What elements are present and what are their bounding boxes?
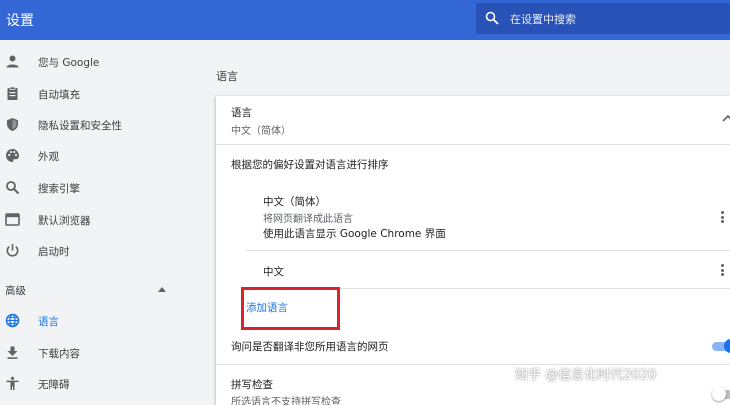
top-bar: 设置 在设置中搜索 bbox=[0, 0, 730, 40]
highlight-annotation bbox=[241, 287, 340, 330]
translate-offer-label: 询问是否翻译非您所用语言的网页 bbox=[231, 341, 389, 353]
search-icon bbox=[6, 181, 20, 195]
sidebar-item-you-and-google[interactable]: 您与 Google bbox=[0, 47, 200, 77]
language-header-value: 中文（简体） bbox=[231, 126, 291, 137]
spellcheck-description: 所选语言不支持拼写检查 bbox=[231, 397, 341, 405]
page-title: 设置 bbox=[6, 13, 34, 29]
person-icon bbox=[6, 55, 19, 68]
language-order-description: 根据您的偏好设置对语言进行排序 bbox=[231, 159, 389, 171]
sidebar-item-on-startup[interactable]: 启动时 bbox=[0, 236, 200, 266]
sidebar-item-label: 启动时 bbox=[38, 246, 70, 258]
sidebar-item-appearance[interactable]: 外观 bbox=[0, 141, 200, 171]
translate-offer-toggle[interactable] bbox=[712, 339, 730, 353]
palette-icon bbox=[6, 149, 19, 162]
caret-up-icon[interactable] bbox=[158, 287, 166, 292]
language-item-detail: 将网页翻译成此语言 bbox=[263, 214, 353, 225]
spellcheck-toggle[interactable] bbox=[712, 387, 730, 402]
sidebar-item-label: 隐私设置和安全性 bbox=[38, 120, 122, 132]
sidebar-item-privacy[interactable]: 隐私设置和安全性 bbox=[0, 110, 200, 140]
language-item-detail: 使用此语言显示 Google Chrome 界面 bbox=[263, 228, 446, 240]
clipboard-icon bbox=[7, 86, 18, 100]
accessibility-icon bbox=[6, 376, 19, 390]
download-icon bbox=[7, 346, 18, 359]
shield-icon bbox=[7, 118, 18, 131]
sidebar: 您与 Google 自动填充 隐私设置和安全性 外观 搜索引擎 默认浏览器 启动… bbox=[0, 40, 200, 405]
section-title: 语言 bbox=[216, 70, 238, 83]
sidebar-item-downloads[interactable]: 下载内容 bbox=[0, 338, 200, 368]
more-options-icon[interactable] bbox=[721, 211, 725, 223]
sidebar-item-label: 您与 Google bbox=[38, 57, 100, 69]
divider bbox=[216, 144, 730, 145]
sidebar-advanced-label[interactable]: 高级 bbox=[5, 283, 26, 298]
power-icon bbox=[6, 244, 19, 257]
spellcheck-label: 拼写检查 bbox=[231, 379, 273, 391]
language-header-label: 语言 bbox=[231, 107, 252, 119]
divider bbox=[246, 250, 730, 251]
language-item-name: 中文（简体） bbox=[263, 196, 326, 208]
sidebar-item-label: 无障碍 bbox=[38, 379, 70, 391]
sidebar-item-autofill[interactable]: 自动填充 bbox=[0, 79, 200, 109]
browser-icon bbox=[5, 213, 20, 226]
search-icon bbox=[485, 11, 499, 25]
globe-icon bbox=[5, 313, 20, 328]
sidebar-item-label: 下载内容 bbox=[38, 348, 80, 360]
language-item-name: 中文 bbox=[263, 266, 284, 278]
toggle-knob bbox=[712, 387, 726, 401]
sidebar-item-label: 默认浏览器 bbox=[38, 215, 91, 227]
sidebar-item-label: 搜索引擎 bbox=[38, 183, 80, 195]
sidebar-item-label: 语言 bbox=[38, 316, 59, 328]
sidebar-item-accessibility[interactable]: 无障碍 bbox=[0, 369, 200, 399]
sidebar-item-label: 外观 bbox=[38, 151, 59, 163]
sidebar-item-languages[interactable]: 语言 bbox=[0, 306, 200, 336]
sidebar-item-search-engine[interactable]: 搜索引擎 bbox=[0, 173, 200, 203]
chevron-up-icon[interactable] bbox=[722, 114, 730, 122]
sidebar-item-default-browser[interactable]: 默认浏览器 bbox=[0, 205, 200, 235]
sidebar-item-label: 自动填充 bbox=[38, 89, 80, 101]
search-input[interactable]: 在设置中搜索 bbox=[476, 3, 730, 34]
watermark: 知乎 @信息化时代2020 bbox=[515, 368, 657, 383]
search-placeholder: 在设置中搜索 bbox=[510, 13, 576, 26]
more-options-icon[interactable] bbox=[721, 264, 725, 276]
